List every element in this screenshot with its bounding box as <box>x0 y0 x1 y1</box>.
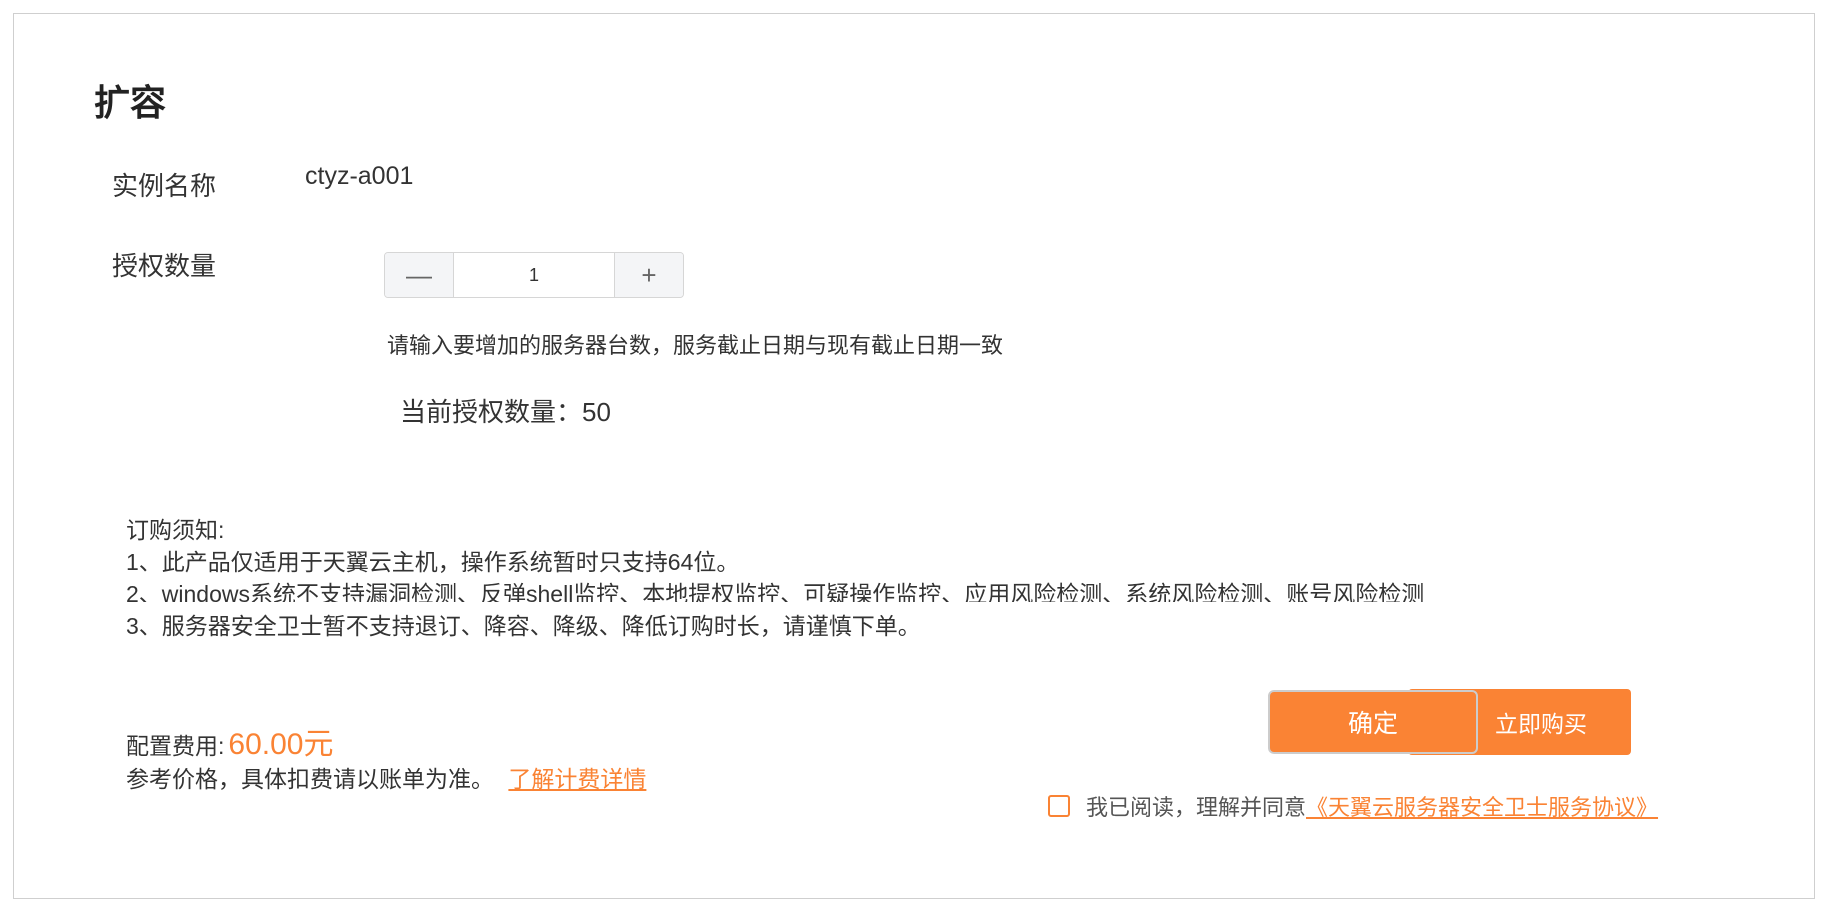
purchase-notice: 订购须知: 1、此产品仅适用于天翼云主机，操作系统暂时只支持64位。 2、win… <box>126 514 1496 642</box>
instance-name-label: 实例名称 <box>112 171 217 201</box>
page-title: 扩容 <box>94 82 167 123</box>
billing-details-link[interactable]: 了解计费详情 <box>508 766 646 792</box>
fee-row: 配置费用: 60.00元 <box>126 719 333 763</box>
quantity-hint: 请输入要增加的服务器台数，服务截止日期与现有截止日期一致 <box>387 333 1004 358</box>
reference-price-row: 参考价格，具体扣费请以账单为准。 了解计费详情 <box>126 760 646 794</box>
current-license-count: 当前授权数量：50 <box>400 397 611 427</box>
instance-name-value: ctyz-a001 <box>305 162 414 190</box>
notice-item-1: 1、此产品仅适用于天翼云主机，操作系统暂时只支持64位。 <box>126 549 740 575</box>
notice-item-2: 2、windows系统不支持漏洞检测、反弹shell监控、本地提权监控、可疑操作… <box>126 581 1425 602</box>
expansion-panel: 扩容 实例名称 ctyz-a001 授权数量 — + 请输入要增加的服务器台数，… <box>13 13 1815 899</box>
service-agreement-link[interactable]: 《天翼云服务器安全卫士服务协议》 <box>1306 790 1658 822</box>
quantity-stepper: — + <box>384 252 684 298</box>
increment-button[interactable]: + <box>614 253 683 297</box>
fee-value: 60.00元 <box>228 728 334 761</box>
agreement-row: 我已阅读，理解并同意 《天翼云服务器安全卫士服务协议》 <box>1048 790 1658 822</box>
notice-heading: 订购须知: <box>126 517 225 543</box>
agreement-checkbox[interactable] <box>1048 795 1070 817</box>
quantity-input[interactable] <box>454 253 614 297</box>
fee-label: 配置费用: <box>126 733 225 759</box>
reference-price-text: 参考价格，具体扣费请以账单为准。 <box>126 766 494 792</box>
decrement-button[interactable]: — <box>385 253 454 297</box>
confirm-button[interactable]: 确定 <box>1268 690 1478 754</box>
agreement-text: 我已阅读，理解并同意 <box>1086 795 1307 820</box>
license-quantity-label: 授权数量 <box>112 251 217 281</box>
notice-item-3: 3、服务器安全卫士暂不支持退订、降容、降级、降低订购时长，请谨慎下单。 <box>126 613 921 639</box>
